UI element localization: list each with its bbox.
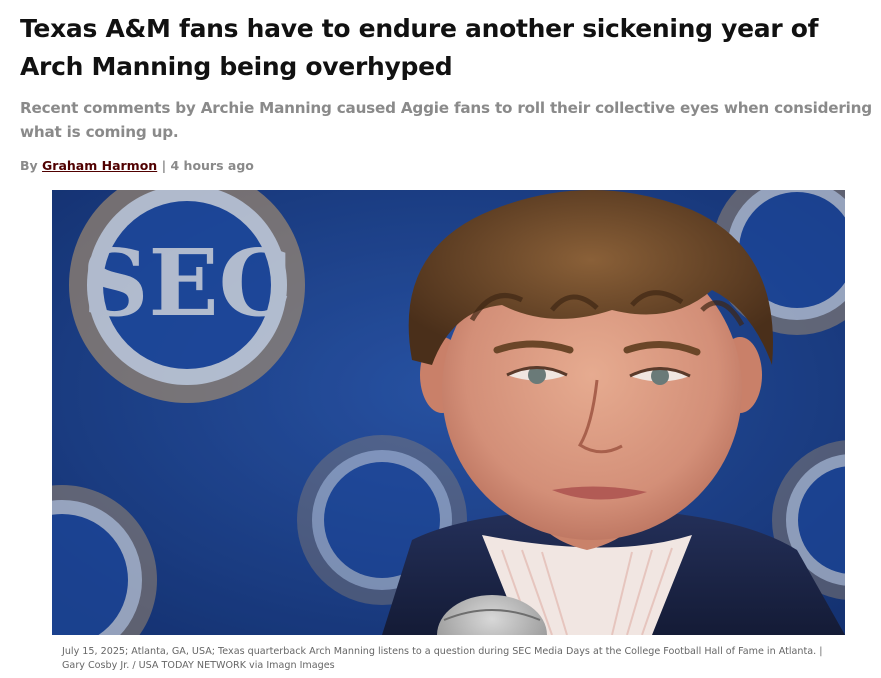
image-caption: July 15, 2025; Atlanta, GA, USA; Texas q… [62, 646, 823, 671]
article-hero-image: SEC [52, 190, 845, 635]
byline-prefix: By [20, 158, 38, 173]
author-link[interactable]: Graham Harmon [42, 158, 157, 173]
article-headline: Texas A&M fans have to endure another si… [20, 14, 819, 81]
byline: By Graham Harmon | 4 hours ago [20, 157, 254, 175]
byline-separator: | [161, 158, 167, 173]
article-subheadline: Recent comments by Archie Manning caused… [20, 99, 872, 141]
article: Texas A&M fans have to endure another si… [0, 0, 881, 678]
byline-timestamp: 4 hours ago [170, 158, 254, 173]
hero-photo-illustration: SEC [52, 190, 845, 635]
